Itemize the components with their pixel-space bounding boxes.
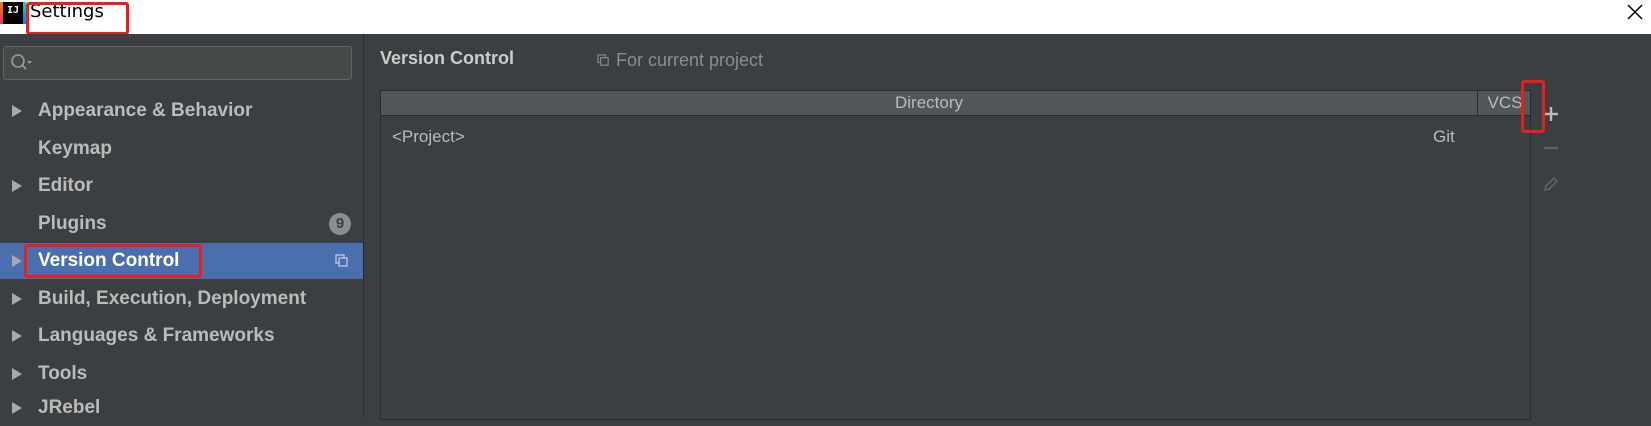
scope-indicator: For current project — [597, 50, 763, 71]
edit-icon[interactable] — [1541, 174, 1561, 194]
expand-arrow-icon[interactable] — [12, 105, 22, 117]
expand-arrow-icon[interactable] — [12, 330, 22, 342]
sidebar-item-build-execution-deployment[interactable]: Build, Execution, Deployment — [0, 281, 363, 317]
column-header-vcs[interactable]: VCS — [1479, 91, 1531, 115]
expand-arrow-icon[interactable] — [12, 255, 22, 267]
copy-icon — [335, 254, 348, 267]
sidebar-item-label: Version Control — [38, 250, 180, 271]
table-row[interactable]: <Project> Git — [381, 124, 1530, 150]
sidebar-item-tools[interactable]: Tools — [0, 356, 363, 392]
sidebar-item-appearance-behavior[interactable]: Appearance & Behavior — [0, 93, 363, 129]
table-header: Directory VCS — [381, 91, 1530, 116]
expand-arrow-icon[interactable] — [12, 402, 22, 414]
scope-label: For current project — [616, 50, 764, 70]
table-toolbar — [1531, 90, 1571, 420]
sidebar-item-keymap[interactable]: Keymap — [0, 131, 363, 167]
title-bar: IJ Settings — [0, 0, 1651, 34]
sidebar-item-jrebel[interactable]: JRebel — [0, 390, 363, 426]
settings-content: Version Control For current project Dire… — [365, 34, 1651, 420]
directory-cell: <Project> — [392, 127, 465, 146]
sidebar-item-label: Appearance & Behavior — [38, 100, 253, 121]
sidebar-item-label: Plugins — [38, 213, 107, 234]
sidebar-item-editor[interactable]: Editor — [0, 168, 363, 204]
expand-arrow-icon[interactable] — [12, 368, 22, 380]
copy-icon — [597, 54, 609, 66]
sidebar-item-label: Build, Execution, Deployment — [38, 288, 307, 309]
expand-arrow-icon[interactable] — [12, 293, 22, 305]
vcs-mappings-table[interactable]: Directory VCS <Project> Git — [380, 90, 1531, 420]
add-icon[interactable] — [1541, 104, 1561, 124]
sidebar-item-version-control[interactable]: Version Control — [0, 243, 363, 279]
sidebar-item-label: Tools — [38, 363, 88, 384]
window-title: Settings — [30, 1, 104, 22]
settings-sidebar: Appearance & Behavior Keymap Editor Plug… — [0, 34, 364, 418]
sidebar-item-label: JRebel — [38, 397, 101, 418]
remove-icon[interactable] — [1541, 138, 1561, 158]
search-input[interactable] — [3, 46, 352, 80]
close-icon[interactable] — [1625, 2, 1645, 22]
search-icon — [11, 54, 32, 70]
intellij-app-icon: IJ — [0, 2, 26, 24]
sidebar-item-plugins[interactable]: Plugins 9 — [0, 206, 363, 242]
vcs-cell[interactable]: Git — [1433, 124, 1455, 150]
sidebar-item-languages-frameworks[interactable]: Languages & Frameworks — [0, 318, 363, 354]
page-title: Version Control — [380, 48, 515, 68]
column-header-directory[interactable]: Directory — [381, 91, 1478, 115]
sidebar-item-label: Editor — [38, 175, 93, 196]
sidebar-item-label: Languages & Frameworks — [38, 325, 275, 346]
sidebar-item-label: Keymap — [38, 138, 112, 159]
plugins-update-badge: 9 — [329, 213, 351, 235]
expand-arrow-icon[interactable] — [12, 180, 22, 192]
